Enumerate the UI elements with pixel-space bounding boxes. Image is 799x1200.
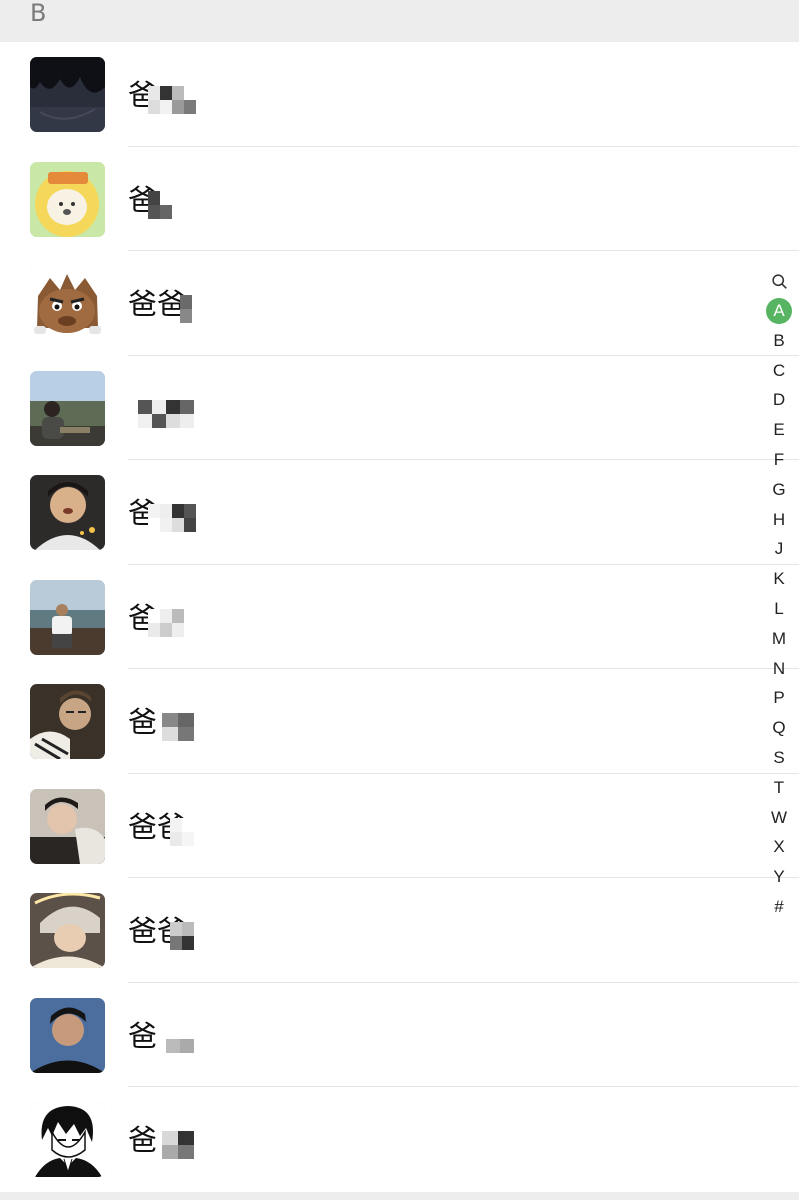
avatar: [30, 475, 105, 550]
section-header: B: [0, 0, 799, 42]
section-letter: B: [30, 0, 47, 27]
index-letter[interactable]: H: [766, 505, 792, 535]
contact-row[interactable]: 爸: [0, 669, 799, 774]
index-letter[interactable]: T: [766, 773, 792, 803]
index-letter[interactable]: W: [766, 803, 792, 833]
avatar: [30, 57, 105, 132]
blurred-name-mosaic: [162, 1131, 194, 1159]
blurred-name-mosaic: [148, 190, 196, 219]
contact-row[interactable]: 爸爸: [0, 251, 799, 356]
blurred-name-mosaic: [180, 295, 194, 323]
contact-row[interactable]: 爸: [0, 565, 799, 670]
avatar: [30, 1102, 105, 1177]
contact-row[interactable]: [0, 356, 799, 461]
index-letter[interactable]: X: [766, 832, 792, 862]
avatar: [30, 579, 105, 655]
blurred-name-mosaic: [148, 504, 196, 532]
avatar: [30, 997, 105, 1073]
search-icon[interactable]: [766, 266, 792, 296]
avatar: [30, 788, 105, 864]
index-letter[interactable]: Y: [766, 862, 792, 892]
contact-name: 爸: [128, 1018, 158, 1053]
bottom-edge: [0, 1192, 799, 1200]
alphabet-index-bar[interactable]: A B C D E F G H J K L M N P Q S T W X Y …: [759, 266, 799, 922]
avatar: [30, 370, 105, 446]
index-letter[interactable]: B: [766, 326, 792, 356]
contact-row[interactable]: 爸: [0, 983, 799, 1088]
avatar: [30, 266, 105, 341]
blurred-name-mosaic: [166, 1038, 194, 1053]
contact-row[interactable]: 爸: [0, 460, 799, 565]
index-letter[interactable]: E: [766, 415, 792, 445]
contact-row[interactable]: 爸: [0, 42, 799, 147]
blurred-name-mosaic: [170, 922, 194, 950]
index-letter[interactable]: N: [766, 654, 792, 684]
index-letter[interactable]: P: [766, 683, 792, 713]
blurred-name-mosaic: [138, 399, 194, 428]
blurred-name-mosaic: [148, 86, 196, 114]
index-letter-active[interactable]: A: [766, 297, 792, 324]
blurred-name-mosaic: [170, 817, 194, 846]
contact-name: 爸: [128, 705, 158, 739]
index-letter[interactable]: K: [766, 564, 792, 594]
avatar: [30, 684, 105, 759]
index-letter[interactable]: L: [766, 594, 792, 624]
avatar: [30, 161, 105, 237]
contact-row[interactable]: 爸爸: [0, 774, 799, 879]
contact-row[interactable]: 爸: [0, 147, 799, 252]
index-letter[interactable]: C: [766, 356, 792, 386]
index-letter[interactable]: D: [766, 385, 792, 415]
blurred-name-mosaic: [162, 713, 194, 741]
index-letter[interactable]: S: [766, 743, 792, 773]
contact-name: 爸: [128, 1123, 158, 1157]
contact-row[interactable]: 爸爸: [0, 878, 799, 983]
blurred-name-mosaic: [148, 608, 196, 637]
index-letter[interactable]: J: [766, 534, 792, 564]
contact-name: 爸爸: [128, 287, 187, 321]
index-letter[interactable]: Q: [766, 713, 792, 743]
index-letter[interactable]: #: [766, 892, 792, 922]
index-letter[interactable]: G: [766, 475, 792, 505]
contact-list: 爸 爸 爸爸 爸 爸 爸 爸爸 爸爸 爸 爸: [0, 42, 799, 1192]
index-letter[interactable]: M: [766, 624, 792, 654]
index-letter[interactable]: F: [766, 445, 792, 475]
contact-row[interactable]: 爸: [0, 1087, 799, 1192]
avatar: [30, 893, 105, 968]
